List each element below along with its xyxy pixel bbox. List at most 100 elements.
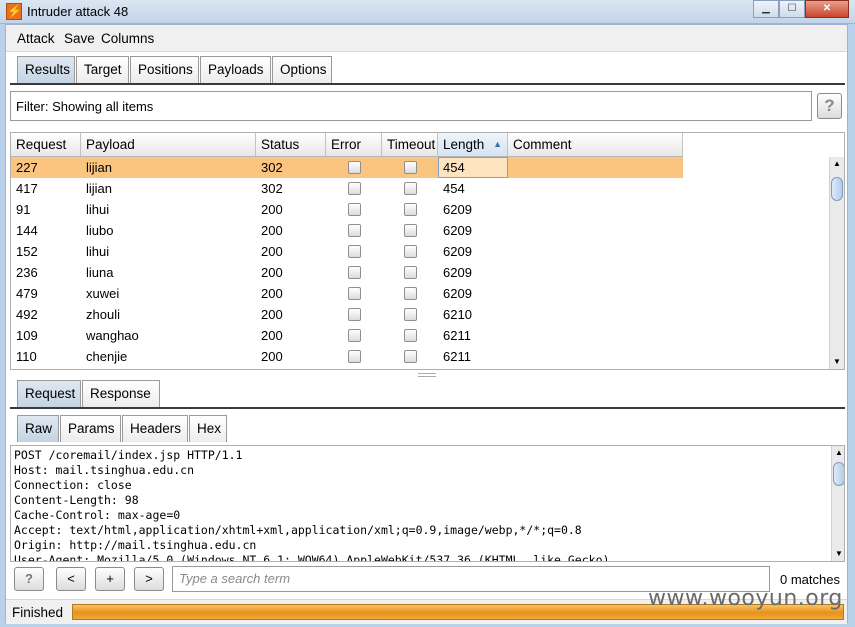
cell-length: 6209 <box>443 244 472 259</box>
cell-timeout <box>382 241 438 262</box>
table-row[interactable]: 152 lihui 200 6209 <box>11 241 683 262</box>
close-icon[interactable]: ✕ <box>805 0 849 18</box>
search-next-button[interactable]: > <box>134 567 164 591</box>
search-options-button[interactable]: + <box>95 567 125 591</box>
scroll-up-icon[interactable]: ▲ <box>832 446 844 460</box>
request-line: User-Agent: Mozilla/5.0 (Windows NT 6.1;… <box>14 553 610 562</box>
error-checkbox <box>347 308 361 321</box>
cell-status: 200 <box>261 307 283 322</box>
timeout-checkbox <box>403 308 417 321</box>
column-payload[interactable]: Payload <box>81 133 256 156</box>
cell-request: 492 <box>16 307 38 322</box>
intruder-window: Attack Save Columns Results Target Posit… <box>5 24 848 624</box>
results-table: Request Payload Status Error Timeout Len… <box>10 132 845 370</box>
tab-positions[interactable]: Positions <box>130 56 199 83</box>
scroll-thumb[interactable] <box>831 177 843 201</box>
timeout-checkbox <box>403 224 417 237</box>
table-row[interactable]: 144 liubo 200 6209 <box>11 220 683 241</box>
column-comment[interactable]: Comment <box>508 133 683 156</box>
tab-target[interactable]: Target <box>76 56 129 83</box>
scroll-thumb[interactable] <box>833 462 844 486</box>
cell-payload: chenjie <box>86 349 128 364</box>
pane-splitter[interactable] <box>418 373 436 377</box>
column-status[interactable]: Status <box>256 133 326 156</box>
tab-results[interactable]: Results <box>17 56 75 83</box>
tab-response[interactable]: Response <box>82 380 160 407</box>
table-row[interactable]: 236 liuna 200 6209 <box>11 262 683 283</box>
table-row[interactable]: 91 lihui 200 6209 <box>11 199 683 220</box>
window-controls: ▁ ☐ ✕ <box>753 0 849 18</box>
cell-comment <box>508 220 683 241</box>
cell-error <box>326 241 382 262</box>
cell-comment <box>508 304 683 325</box>
cell-comment <box>508 262 683 283</box>
tab-raw[interactable]: Raw <box>17 415 59 442</box>
cell-payload: lihui <box>86 244 110 259</box>
table-row[interactable]: 109 wanghao 200 6211 <box>11 325 683 346</box>
tab-options[interactable]: Options <box>272 56 332 83</box>
table-scrollbar[interactable]: ▲ ▼ <box>829 157 844 369</box>
menu-columns[interactable]: Columns <box>101 31 154 46</box>
cell-error <box>326 283 382 304</box>
match-count: 0 matches <box>780 572 840 587</box>
search-help-button[interactable]: ? <box>14 567 44 591</box>
menu-save[interactable]: Save <box>64 31 95 46</box>
tab-hex[interactable]: Hex <box>189 415 227 442</box>
cell-payload: lijian <box>86 181 113 196</box>
help-button[interactable]: ? <box>817 93 842 119</box>
table-row[interactable]: 417 lijian 302 454 <box>11 178 683 199</box>
tab-request[interactable]: Request <box>17 380 81 407</box>
scroll-down-icon[interactable]: ▼ <box>830 355 844 369</box>
column-length[interactable]: Length ▲ <box>438 133 508 156</box>
table-row[interactable]: 479 xuwei 200 6209 <box>11 283 683 304</box>
cell-request: 479 <box>16 286 38 301</box>
timeout-checkbox <box>403 350 417 363</box>
cell-error <box>326 325 382 346</box>
table-row[interactable]: 492 zhouli 200 6210 <box>11 304 683 325</box>
cell-status: 200 <box>261 286 283 301</box>
editor-scrollbar[interactable]: ▲ ▼ <box>831 446 844 561</box>
minimize-icon[interactable]: ▁ <box>753 0 779 18</box>
cell-status: 200 <box>261 349 283 364</box>
cell-status: 302 <box>261 160 283 175</box>
detail-tab-divider <box>10 407 845 409</box>
search-previous-button[interactable]: < <box>56 567 86 591</box>
scroll-up-icon[interactable]: ▲ <box>830 157 844 171</box>
tab-payloads[interactable]: Payloads <box>200 56 271 83</box>
request-text[interactable]: POST /coremail/index.jsp HTTP/1.1 Host: m… <box>11 446 610 562</box>
error-checkbox <box>347 287 361 300</box>
request-line: Cache-Control: max-age=0 <box>14 508 181 522</box>
error-checkbox <box>347 245 361 258</box>
cell-timeout <box>382 262 438 283</box>
error-checkbox <box>347 182 361 195</box>
cell-timeout <box>382 199 438 220</box>
error-checkbox <box>347 329 361 342</box>
tab-headers[interactable]: Headers <box>122 415 188 442</box>
column-request[interactable]: Request <box>11 133 81 156</box>
cell-comment <box>508 325 683 346</box>
cell-request: 110 <box>16 349 37 364</box>
cell-request: 144 <box>16 223 38 238</box>
table-row[interactable]: 110 chenjie 200 6211 <box>11 346 683 367</box>
column-error[interactable]: Error <box>326 133 382 156</box>
table-row[interactable]: 227 lijian 302 454 <box>11 157 683 178</box>
maximize-icon[interactable]: ☐ <box>779 0 805 18</box>
menu-attack[interactable]: Attack <box>17 31 55 46</box>
cell-status: 200 <box>261 223 283 238</box>
cell-error <box>326 346 382 367</box>
request-line: Origin: http://mail.tsinghua.edu.cn <box>14 538 257 552</box>
error-checkbox <box>347 224 361 237</box>
tab-params[interactable]: Params <box>60 415 121 442</box>
error-checkbox <box>347 203 361 216</box>
cell-timeout <box>382 325 438 346</box>
filter-bar[interactable]: Filter: Showing all items <box>10 91 812 121</box>
sort-ascending-icon: ▲ <box>493 139 502 149</box>
cell-length: 6211 <box>443 349 471 364</box>
scroll-down-icon[interactable]: ▼ <box>832 547 844 561</box>
timeout-checkbox <box>403 329 417 342</box>
raw-request-editor[interactable]: POST /coremail/index.jsp HTTP/1.1 Host: m… <box>10 445 845 562</box>
cell-length: 454 <box>438 157 508 178</box>
column-timeout[interactable]: Timeout <box>382 133 438 156</box>
cell-comment <box>508 346 683 367</box>
cell-timeout <box>382 304 438 325</box>
